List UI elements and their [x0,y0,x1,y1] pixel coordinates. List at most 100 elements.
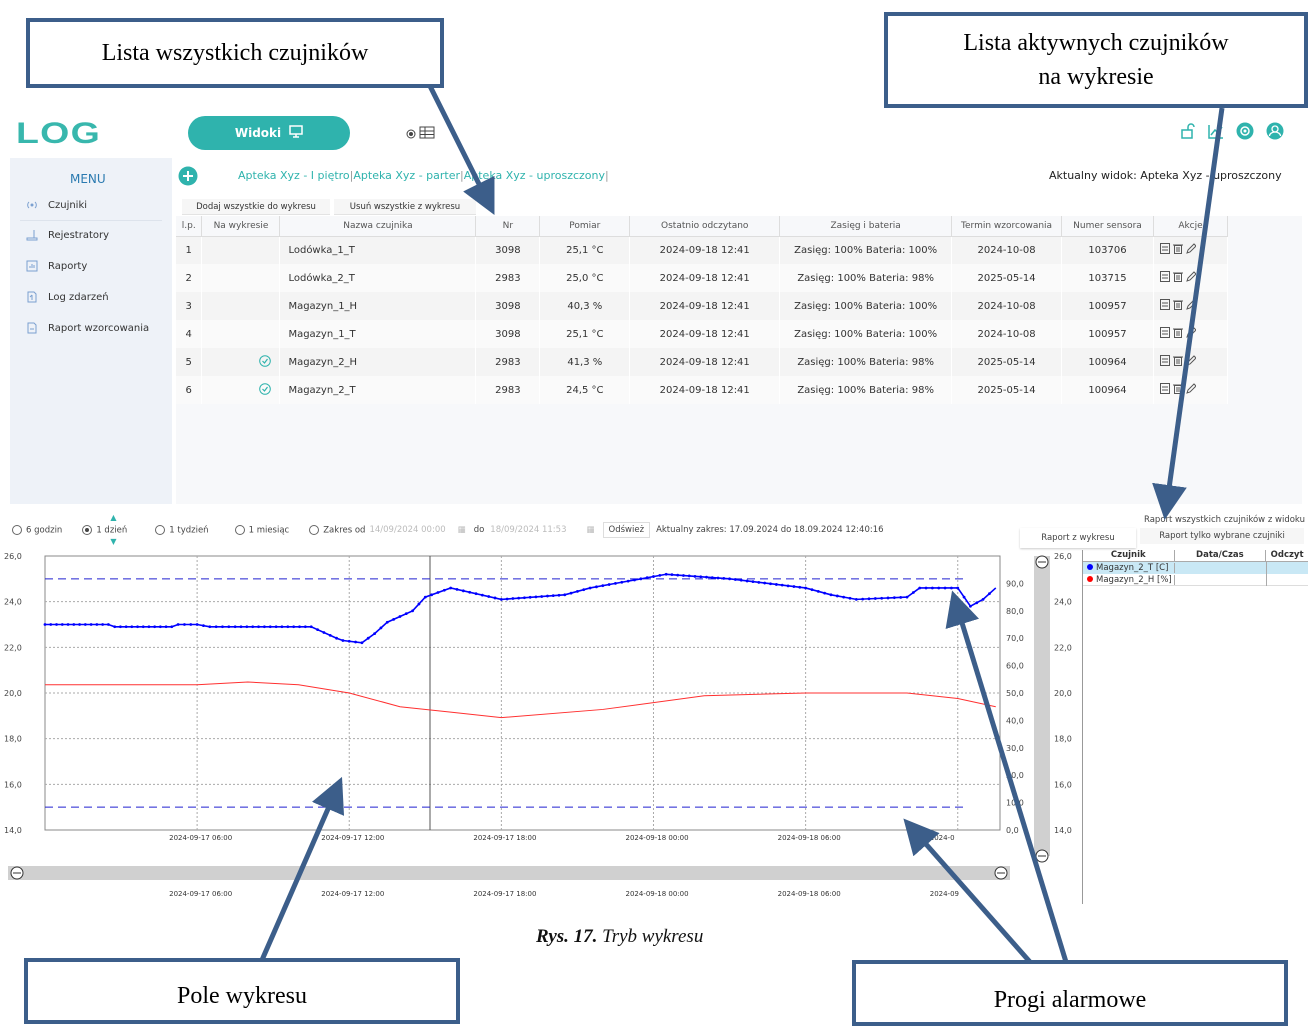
cell-actions[interactable] [1153,376,1229,404]
edit-icon[interactable] [1186,383,1198,397]
series-temperature-point [72,623,76,626]
report-doc-icon[interactable] [1159,243,1170,257]
trash-icon[interactable] [1173,356,1184,369]
sidebar-item-label: Czujniki [48,199,88,211]
series-temperature-point [303,625,307,629]
range-from-input[interactable]: 14/09/2024 00:00 [369,525,445,535]
cell-on-chart[interactable] [201,264,281,292]
sidebar-item-label: Raport wzorcowania [48,322,150,334]
unlock-icon[interactable] [1180,123,1196,143]
y-right-tick-label: 90,0 [1006,579,1024,588]
user-icon[interactable] [1266,122,1284,144]
table-row[interactable]: 6 Magazyn_2_T 2983 24,5 °C 2024-09-18 12:41 Z… [176,376,1229,404]
stepper-up-icon[interactable]: ▲ [110,513,116,522]
legend-row[interactable]: Magazyn_2_H [%] [1083,573,1308,586]
legend-row[interactable]: Magazyn_2_T [C] [1083,562,1308,574]
series-temperature-point [493,596,497,600]
range-option-1m[interactable]: 1 miesiąc [234,524,289,535]
report-doc-icon[interactable] [1159,271,1170,285]
table-row[interactable]: 2 Lodówka_2_T 2983 25,0 °C 2024-09-18 12:41 Z… [176,264,1229,292]
range-to-input[interactable]: 18/09/2024 11:53 [490,525,566,535]
chart-area[interactable]: 26,0 24,0 22,0 20,0 18,0 16,0 14,0 90,0 80,0 70,0… [0,548,1080,908]
chart-icon[interactable] [1208,123,1224,143]
calendar-icon[interactable]: ▦ [458,525,466,535]
series-temperature-point [769,582,772,586]
callout-all-sensors: Lista wszystkich czujników [26,18,444,88]
range-option-1w[interactable]: 1 tydzień [155,524,209,535]
series-temperature-point [804,586,808,590]
range-option-6h[interactable]: 6 godzin [12,524,62,535]
y-left-tick-label: 16,0 [4,780,22,789]
sidebar-item-czujniki[interactable]: Czujniki [26,193,87,217]
callout-active-sensors: Lista aktywnych czujników na wykresie [884,12,1308,108]
range-option-1d[interactable]: ▲ 1 dzień ▼ [82,513,127,546]
sidebar-item-raporty[interactable]: Raporty [26,254,87,278]
cell-actions[interactable] [1153,348,1229,376]
tab-view-1[interactable]: Apteka Xyz - I piętro [238,169,350,182]
cell-on-chart[interactable] [201,348,281,376]
tab-view-2[interactable]: Apteka Xyz - parter [353,169,460,182]
cell-actions[interactable] [1153,264,1229,292]
sidebar-item-log-zdarzen[interactable]: Log zdarzeń [26,285,109,309]
trash-icon[interactable] [1173,384,1184,397]
report-doc-icon[interactable] [1159,299,1170,313]
y-secondary-tick-label: 16,0 [1054,780,1072,789]
report-doc-icon[interactable] [1159,383,1170,397]
report-from-chart-button[interactable]: Raport z wykresu [1020,528,1136,548]
cell-actions[interactable] [1153,236,1229,264]
series-temperature-point [170,625,174,629]
edit-icon[interactable] [1186,355,1198,369]
stepper-down-icon[interactable]: ▼ [110,537,116,546]
cell-on-chart[interactable] [201,376,281,404]
table-row[interactable]: 3 Magazyn_1_H 3098 40,3 % 2024-09-18 12:41 Za… [176,292,1229,320]
report-doc-icon[interactable] [1159,355,1170,369]
trash-icon[interactable] [1173,244,1184,257]
edit-icon[interactable] [1186,243,1198,257]
cell-on-chart[interactable] [201,320,281,348]
series-temperature-point [873,597,877,600]
trash-icon[interactable] [1173,272,1184,285]
views-button[interactable]: Widoki [188,116,350,150]
settings-icon[interactable] [1236,122,1254,144]
cell-lp: 3 [176,292,203,320]
sidebar-item-label: Raporty [48,260,88,272]
table-row[interactable]: 4 Magazyn_1_T 3098 25,1 °C 2024-09-18 12:41 Z… [176,320,1229,348]
series-temperature-point [480,593,484,597]
series-temperature-point [347,639,351,643]
refresh-button[interactable]: Odśwież [602,522,651,538]
edit-icon[interactable] [1186,327,1198,341]
y-secondary-tick-label: 14,0 [1054,826,1072,835]
cell-on-chart[interactable] [201,292,281,320]
trash-icon[interactable] [1173,300,1184,313]
sidebar-item-raport-wzorcowania[interactable]: Raport wzorcowania [26,316,149,340]
series-temperature-point [601,584,605,588]
trash-icon[interactable] [1173,328,1184,341]
tab-view-3[interactable]: Apteka Xyz - uproszczony [464,169,605,182]
series-temperature-point [398,615,402,618]
table-row[interactable]: 5 Magazyn_2_H 2983 41,3 % 2024-09-18 12:41 Za… [176,348,1229,376]
add-view-icon[interactable] [178,166,198,190]
report-all-view-button[interactable]: Raport wszystkich czujników z widoku [1144,515,1305,525]
edit-icon[interactable] [1186,271,1198,285]
range-option-custom[interactable]: Zakres od [309,524,365,535]
series-temperature-point [89,623,93,626]
report-doc-icon[interactable] [1159,327,1170,341]
cell-actions[interactable] [1153,292,1229,320]
view-mode-toggle[interactable] [406,124,435,143]
cell-actions[interactable] [1153,320,1229,348]
check-circle-icon[interactable] [259,354,272,370]
table-row[interactable]: 1 Lodówka_1_T 3098 25,1 °C 2024-09-18 12:41 Z… [176,236,1229,264]
add-all-to-chart-button[interactable]: Dodaj wszystkie do wykresu [182,199,330,215]
report-selected-button[interactable]: Raport tylko wybrane czujniki [1140,528,1304,544]
remove-all-from-chart-button[interactable]: Usuń wszystkie z wykresu [334,199,476,215]
edit-icon[interactable] [1186,299,1198,313]
series-temperature-point [430,593,434,597]
calendar-icon[interactable]: ▦ [587,525,595,535]
cell-name: Magazyn_2_T [279,376,477,404]
sidebar-item-rejestratory[interactable]: Rejestratory [26,223,109,247]
cell-on-chart[interactable] [201,236,281,264]
check-circle-icon[interactable] [259,382,272,398]
series-temperature-point [373,632,377,636]
table-icon [419,124,435,143]
caption-number: Rys. 17. [536,926,598,947]
